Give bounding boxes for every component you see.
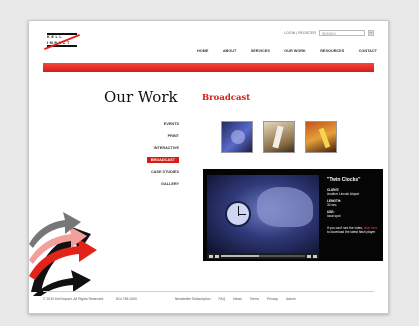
- subnav-item-events[interactable]: EVENTS: [164, 121, 179, 127]
- video-thumbnail[interactable]: [263, 121, 295, 153]
- flash-note-suffix: to download the latest flash player: [327, 230, 376, 234]
- client-value: Another Lincoln Airport: [327, 192, 360, 196]
- footer-link-news[interactable]: News: [233, 297, 241, 301]
- phone-number: 814.765.1000: [116, 297, 137, 301]
- search-input[interactable]: SEARCH: [319, 30, 365, 36]
- footer-link-faq[interactable]: FAQ: [218, 297, 225, 301]
- nav-item-services[interactable]: SERVICES: [251, 49, 270, 53]
- thumbnail-strip: [221, 121, 337, 153]
- footer-link-admin[interactable]: Admin: [286, 297, 296, 301]
- nav-item-contact[interactable]: CONTACT: [359, 49, 377, 53]
- header-red-bar: [43, 63, 374, 72]
- decorative-arrows-graphic: [29, 212, 97, 296]
- fullscreen-icon[interactable]: [313, 254, 317, 258]
- subnav-item-case-studies[interactable]: CASE STUDIES: [151, 169, 179, 175]
- footer-link-terms[interactable]: Terms: [250, 297, 259, 301]
- video-player: "Twin Clocks" CLIENT: Another Lincoln Ai…: [203, 169, 383, 261]
- nav-item-resources[interactable]: RESOURCES: [320, 49, 344, 53]
- alarm-clock-image: [225, 201, 251, 227]
- page-title: Our Work: [104, 88, 178, 106]
- login-register-link[interactable]: LOGIN | REGISTER: [284, 31, 316, 35]
- nav-item-our-work[interactable]: OUR WORK: [284, 49, 306, 53]
- video-title: "Twin Clocks": [327, 177, 361, 183]
- footer-link-newsletter[interactable]: Newsletter Subscription: [175, 297, 211, 301]
- video-figure: [257, 187, 313, 227]
- play-icon[interactable]: [209, 254, 213, 258]
- site-window: KELL IMPACT LOGIN | REGISTER SEARCH » HO…: [28, 20, 389, 314]
- nav-item-home[interactable]: HOME: [197, 49, 208, 53]
- utility-bar: LOGIN | REGISTER SEARCH »: [284, 30, 374, 36]
- video-progress-fill: [221, 255, 259, 257]
- volume-icon[interactable]: [307, 254, 311, 258]
- nav-item-about[interactable]: ABOUT: [223, 49, 237, 53]
- subnav-item-interactive[interactable]: INTERACTIVE: [154, 145, 179, 151]
- footer-link-privacy[interactable]: Privacy: [267, 297, 278, 301]
- video-screen[interactable]: [207, 175, 319, 253]
- video-thumbnail[interactable]: [221, 121, 253, 153]
- work-subnav: EVENTS PRINT INTERACTIVE BROADCAST CASE …: [119, 121, 179, 187]
- footer-links: Newsletter Subscription FAQ News Terms P…: [175, 297, 296, 301]
- video-controls: [207, 253, 319, 259]
- search-go-button[interactable]: »: [368, 30, 374, 36]
- subnav-item-broadcast[interactable]: BROADCAST: [146, 157, 179, 163]
- stop-icon[interactable]: [215, 254, 219, 258]
- site-logo[interactable]: KELL IMPACT: [44, 33, 80, 51]
- copyright-text: © 2010 Kell Impact. All Rights Reserved.: [43, 297, 105, 301]
- use-value: local spot: [327, 214, 341, 218]
- video-scrubber[interactable]: [221, 255, 305, 257]
- site-footer: © 2010 Kell Impact. All Rights Reserved.…: [43, 291, 374, 306]
- main-nav: HOME ABOUT SERVICES OUR WORK RESOURCES C…: [197, 49, 377, 53]
- subnav-item-print[interactable]: PRINT: [168, 133, 179, 139]
- section-title: Broadcast: [202, 93, 251, 103]
- flash-note: If you can't see the video, click here t…: [327, 226, 379, 234]
- video-thumbnail[interactable]: [305, 121, 337, 153]
- video-info: "Twin Clocks" CLIENT: Another Lincoln Ai…: [327, 177, 379, 234]
- length-value: 30 sec.: [327, 203, 338, 207]
- subnav-item-gallery[interactable]: GALLERY: [161, 181, 179, 187]
